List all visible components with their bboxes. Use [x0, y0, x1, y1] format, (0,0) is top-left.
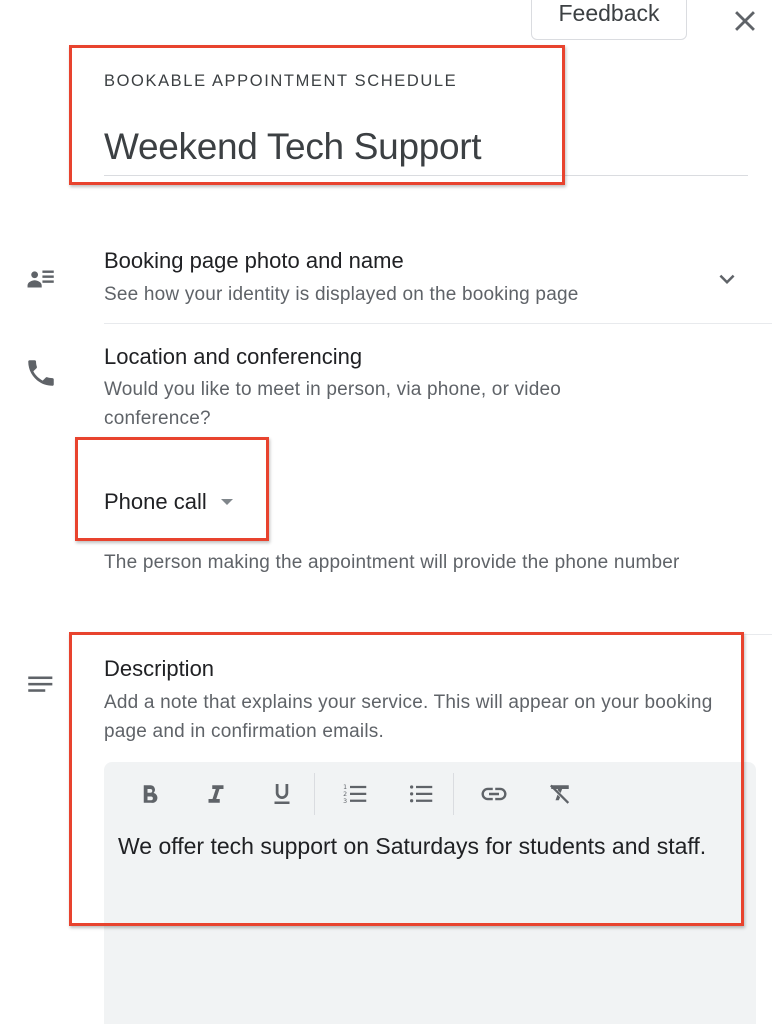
svg-text:3: 3: [343, 798, 347, 805]
clear-formatting-button[interactable]: [538, 772, 582, 816]
description-title: Description: [104, 656, 215, 681]
phone-icon: [24, 356, 58, 390]
booking-page-expand-button[interactable]: [712, 264, 742, 294]
location-helper-text: The person making the appointment will p…: [104, 552, 680, 573]
italic-button[interactable]: [194, 772, 238, 816]
contact-list-icon: [24, 262, 58, 296]
toolbar-separator: [453, 773, 454, 815]
bold-icon: [143, 785, 158, 803]
dropdown-caret-icon: [220, 499, 233, 505]
insert-link-button[interactable]: [472, 772, 516, 816]
formatting-toolbar: 123: [128, 772, 604, 816]
bulleted-list-button[interactable]: [399, 772, 443, 816]
schedule-title-input[interactable]: Weekend Tech Support: [104, 118, 748, 176]
underline-button[interactable]: [260, 772, 304, 816]
booking-page-title: Booking page photo and name: [104, 248, 404, 273]
numbered-list-button[interactable]: 123: [333, 772, 377, 816]
location-subtitle: Would you like to meet in person, via ph…: [104, 379, 562, 429]
location-title: Location and conferencing: [104, 344, 363, 369]
location-type-value: Phone call: [104, 489, 207, 514]
underline-icon: [274, 784, 290, 804]
notes-icon: [24, 668, 58, 702]
description-content[interactable]: We offer tech support on Saturdays for s…: [118, 832, 728, 861]
description-subtitle: Add a note that explains your service. T…: [104, 692, 713, 742]
schedule-title-text: Weekend Tech Support: [104, 126, 482, 167]
divider: [104, 323, 772, 324]
italic-icon: [208, 785, 224, 803]
numbered-list-icon: 123: [343, 784, 367, 805]
schedule-type-label: BOOKABLE APPOINTMENT SCHEDULE: [104, 72, 458, 90]
close-icon: [735, 11, 755, 31]
bulleted-list-icon: [410, 785, 433, 803]
toolbar-separator: [314, 773, 315, 815]
divider: [104, 634, 772, 635]
booking-page-subtitle: See how your identity is displayed on th…: [104, 284, 579, 305]
clear-formatting-icon: [550, 784, 570, 804]
bold-button[interactable]: [128, 772, 172, 816]
close-button[interactable]: [728, 4, 762, 38]
link-icon: [481, 787, 507, 801]
location-type-select[interactable]: Phone call: [104, 480, 233, 524]
feedback-button[interactable]: Feedback: [531, 0, 687, 40]
description-editor[interactable]: 123 We offer tech support on Saturdays f…: [104, 762, 756, 1024]
chevron-down-icon: [719, 274, 735, 284]
